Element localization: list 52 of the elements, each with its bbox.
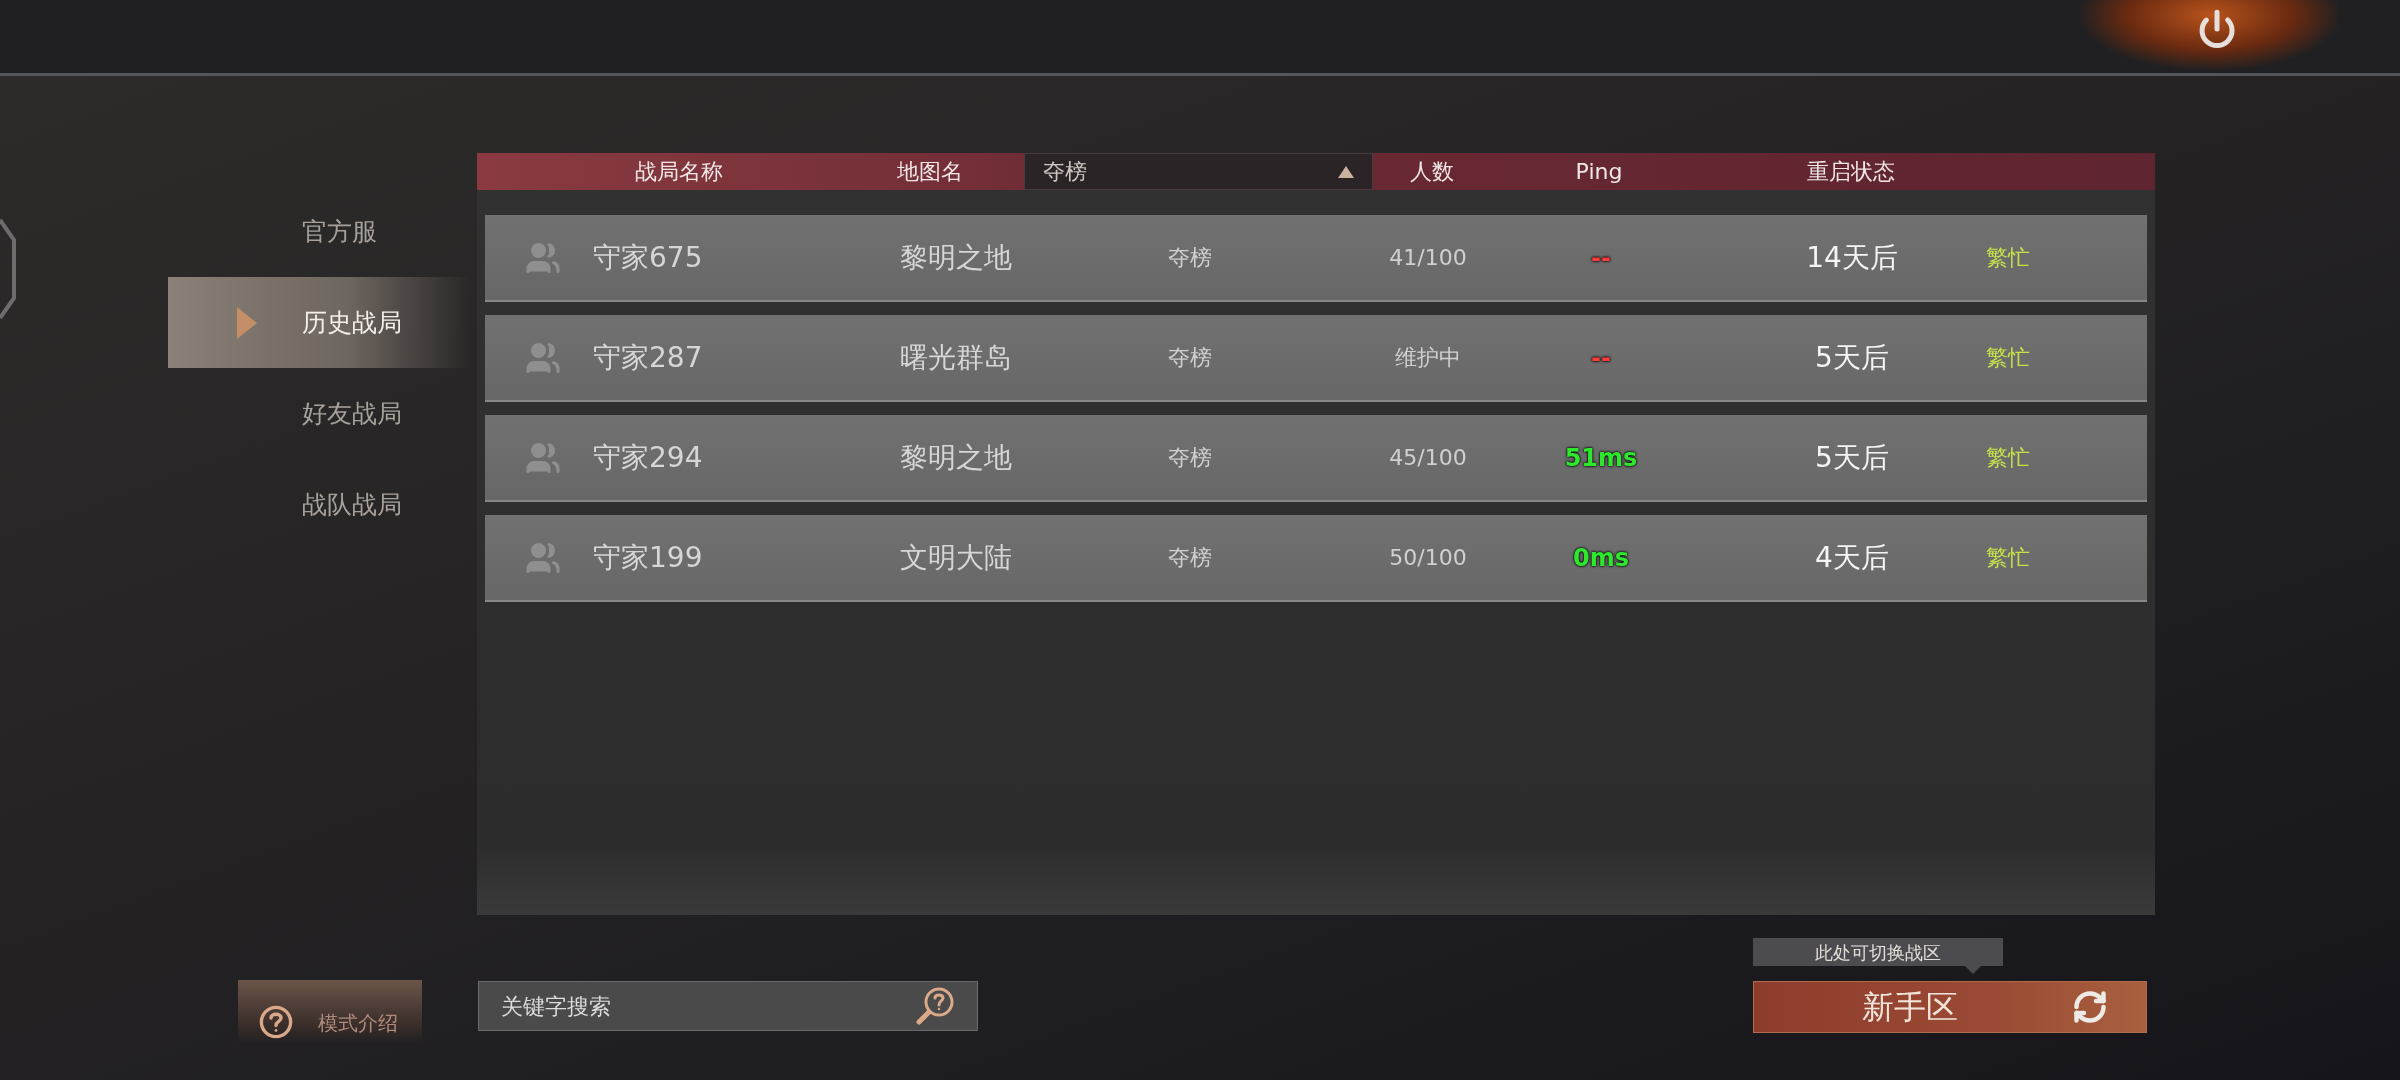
column-header: Ping <box>1574 158 1624 186</box>
mode-name: 夺榜 <box>1167 244 1213 272</box>
zone-switch-button[interactable]: 新手区 <box>1753 981 2147 1033</box>
ping-value: 51ms <box>1563 442 1639 474</box>
status-label: 繁忙 <box>1985 344 2031 372</box>
tooltip-pointer-icon <box>1965 966 1981 974</box>
triangle-icon <box>237 306 257 339</box>
status-label: 繁忙 <box>1985 244 2031 272</box>
power-icon <box>2197 9 2237 49</box>
server-name: 守家294 <box>593 439 704 476</box>
map-name: 黎明之地 <box>899 439 1013 476</box>
column-header: 重启状态 <box>1806 158 1896 186</box>
mode-intro-button[interactable]: 模式介绍 <box>238 980 422 1044</box>
player-count: 41/100 <box>1388 244 1468 272</box>
sidebar-tab[interactable]: 好友战局 <box>168 368 470 459</box>
search-icon[interactable] <box>914 986 956 1026</box>
restart-time: 5天后 <box>1814 439 1890 476</box>
help-icon <box>258 1004 294 1040</box>
mode-name: 夺榜 <box>1167 544 1213 572</box>
ping-value: 0ms <box>1572 542 1630 574</box>
restart-time: 5天后 <box>1814 339 1890 376</box>
mode-name: 夺榜 <box>1167 444 1213 472</box>
sidebar-tab[interactable]: 官方服 <box>168 186 470 277</box>
search-field[interactable]: 关键字搜索 <box>478 981 978 1031</box>
column-header: 战局名称 <box>634 158 724 186</box>
sidebar-tab[interactable]: 战队战局 <box>168 459 470 550</box>
column-header: 人数 <box>1409 158 1455 186</box>
player-count: 维护中 <box>1394 344 1462 372</box>
map-name: 黎明之地 <box>899 239 1013 276</box>
player-count: 50/100 <box>1388 544 1468 572</box>
map-name: 文明大陆 <box>899 539 1013 576</box>
server-name: 守家199 <box>593 539 704 576</box>
ping-value: -- <box>1590 242 1612 274</box>
refresh-icon <box>2072 989 2108 1025</box>
server-name: 守家287 <box>593 339 704 376</box>
status-label: 繁忙 <box>1985 444 2031 472</box>
map-name: 曙光群岛 <box>899 339 1013 376</box>
restart-time: 14天后 <box>1805 239 1899 276</box>
server-row[interactable]: 守家287 曙光群岛 夺榜 维护中 -- 5天后 繁忙 <box>485 315 2147 402</box>
status-label: 繁忙 <box>1985 544 2031 572</box>
server-name: 守家675 <box>593 239 704 276</box>
mode-dropdown[interactable]: 夺榜 <box>1024 153 1373 190</box>
hexagon-frame-icon <box>0 218 16 320</box>
server-row[interactable]: 守家199 文明大陆 夺榜 50/100 0ms 4天后 繁忙 <box>485 515 2147 602</box>
caret-icon <box>1338 165 1354 178</box>
mode-name: 夺榜 <box>1167 344 1213 372</box>
player-count: 45/100 <box>1388 444 1468 472</box>
server-row[interactable]: 守家294 黎明之地 夺榜 45/100 51ms 5天后 繁忙 <box>485 415 2147 502</box>
column-header: 地图名 <box>896 158 964 186</box>
server-row[interactable]: 守家675 黎明之地 夺榜 41/100 -- 14天后 繁忙 <box>485 215 2147 302</box>
ping-value: -- <box>1590 342 1612 374</box>
restart-time: 4天后 <box>1814 539 1890 576</box>
